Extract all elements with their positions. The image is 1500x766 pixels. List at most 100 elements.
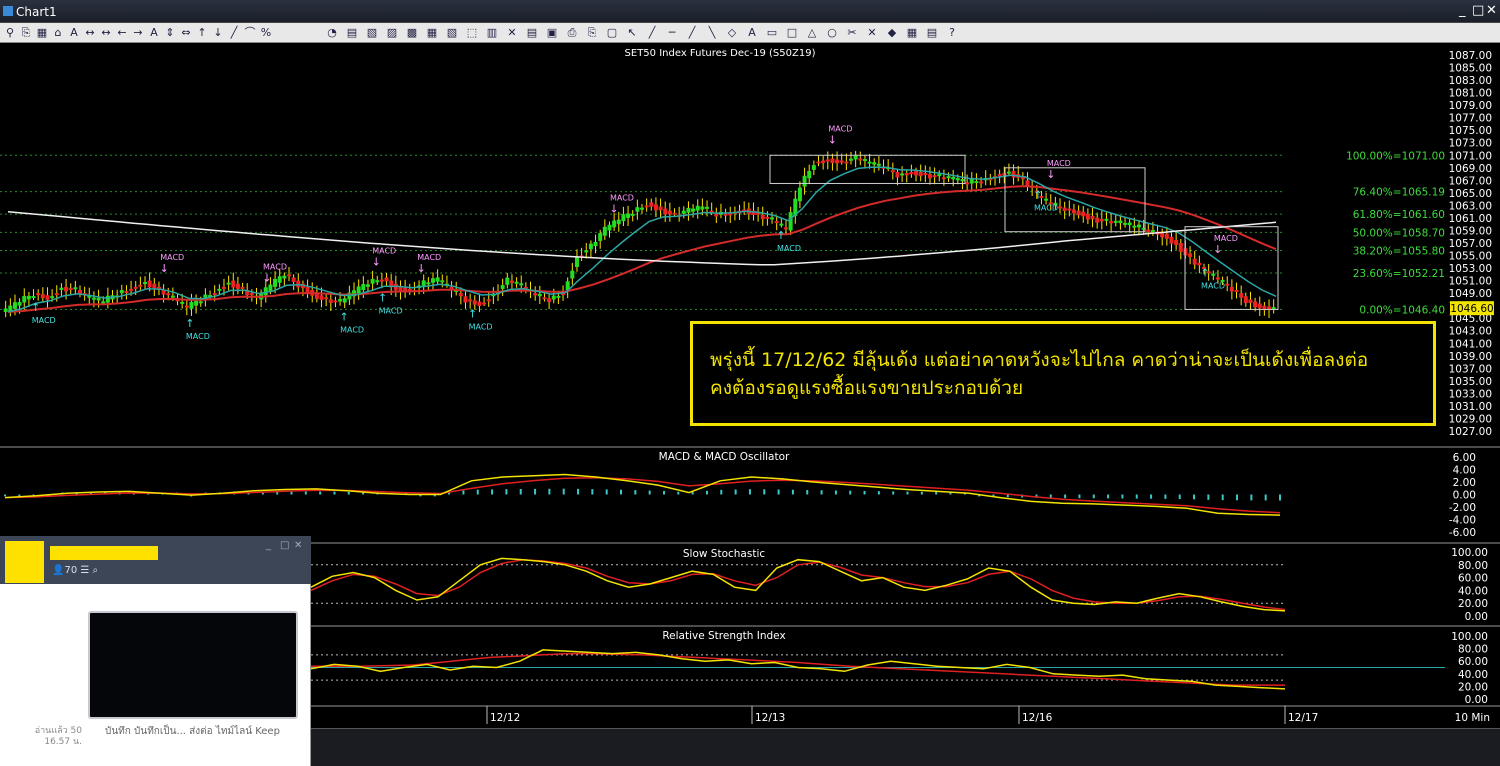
line-tool-icon[interactable]: ╱ xyxy=(227,25,241,40)
candle-body xyxy=(904,173,909,176)
signal-arrow-down: ↓ xyxy=(372,256,381,269)
chart-thumbnail[interactable] xyxy=(88,611,298,719)
price-tick-label: 1055.00 xyxy=(1449,251,1492,263)
tool-icon-0[interactable]: ◔ xyxy=(325,25,339,40)
candle-body xyxy=(129,288,134,291)
right-icon[interactable]: → xyxy=(131,25,145,40)
stoch-tick-label: 100.00 xyxy=(1451,547,1488,559)
save-icon[interactable]: ⎘ xyxy=(19,25,33,40)
percent-icon[interactable]: % xyxy=(259,25,273,40)
tool-icon-3[interactable]: ▨ xyxy=(385,25,399,40)
minimize-button[interactable]: _ xyxy=(1459,3,1466,18)
candle-body xyxy=(1011,170,1016,178)
tool-icon-31[interactable]: ? xyxy=(945,25,959,40)
candle-body xyxy=(607,224,612,231)
candle-body xyxy=(1095,217,1100,223)
tool-icon-27[interactable]: ✕ xyxy=(865,25,879,40)
candle-body xyxy=(1257,303,1262,309)
tool-icon-14[interactable]: ▢ xyxy=(605,25,619,40)
candle-body xyxy=(858,158,863,161)
tool-icon-4[interactable]: ▩ xyxy=(405,25,419,40)
tool-icon-26[interactable]: ✂ xyxy=(845,25,859,40)
tool-icon-25[interactable]: ○ xyxy=(825,25,839,40)
macd-tick-label: -6.00 xyxy=(1449,527,1476,539)
signal-label-down: MACD xyxy=(610,193,634,202)
candle-body xyxy=(760,214,765,220)
candle-body xyxy=(240,286,245,289)
candle-body xyxy=(839,160,844,163)
tool-icon-8[interactable]: ▥ xyxy=(485,25,499,40)
tool-icon-7[interactable]: ⬚ xyxy=(465,25,479,40)
candle-body xyxy=(342,298,347,303)
candle-body xyxy=(825,159,830,162)
curve-icon[interactable]: ⌒ xyxy=(243,25,257,40)
tool-icon-1[interactable]: ▤ xyxy=(345,25,359,40)
candle-body xyxy=(616,219,621,225)
zoom-out-icon[interactable]: ↔ xyxy=(99,25,113,40)
tool-icon-20[interactable]: ◇ xyxy=(725,25,739,40)
left-icon[interactable]: ← xyxy=(115,25,129,40)
split-icon[interactable]: ⇔ xyxy=(179,25,193,40)
tool-icon-30[interactable]: ▤ xyxy=(925,25,939,40)
fit-icon[interactable]: ⇕ xyxy=(163,25,177,40)
tool-icon-10[interactable]: ▤ xyxy=(525,25,539,40)
tool-icon-28[interactable]: ◆ xyxy=(885,25,899,40)
macd-tick-label: -4.00 xyxy=(1449,515,1476,527)
tool-icon-24[interactable]: △ xyxy=(805,25,819,40)
chat-minimize-button[interactable]: _ xyxy=(266,540,271,551)
text-icon[interactable]: A xyxy=(67,25,81,40)
chart-icon[interactable]: ▦ xyxy=(35,25,49,40)
tool-icon-13[interactable]: ⎘ xyxy=(585,25,599,40)
candle-body xyxy=(375,280,380,283)
tool-icon-18[interactable]: ╱ xyxy=(685,25,699,40)
tool-icon-6[interactable]: ▧ xyxy=(445,25,459,40)
tool-icon-29[interactable]: ▦ xyxy=(905,25,919,40)
tool-icon-19[interactable]: ╲ xyxy=(705,25,719,40)
signal-arrow-up: ↑ xyxy=(776,229,785,242)
down-icon[interactable]: ↓ xyxy=(211,25,225,40)
chat-close-button[interactable]: ✕ xyxy=(294,540,302,551)
signal-label-up: MACD xyxy=(186,332,210,341)
message-actions[interactable]: บันทึก บันทึกเป็น... ส่งต่อ ไทม์ไลน์ Kee… xyxy=(105,724,280,739)
candle-body xyxy=(900,173,905,176)
candle-body xyxy=(584,250,589,253)
tool-icon-21[interactable]: A xyxy=(745,25,759,40)
candle-body xyxy=(73,287,78,290)
tool-icon-11[interactable]: ▣ xyxy=(545,25,559,40)
up-icon[interactable]: ↑ xyxy=(195,25,209,40)
candle-body xyxy=(588,243,593,250)
candle-body xyxy=(365,284,370,287)
candle-body xyxy=(890,169,895,173)
tool-icon-12[interactable]: ⎙ xyxy=(565,25,579,40)
price-tick-label: 1033.00 xyxy=(1449,388,1492,400)
home-icon[interactable]: ⌂ xyxy=(51,25,65,40)
tool-icon-17[interactable]: ─ xyxy=(665,25,679,40)
maximize-button[interactable]: □ xyxy=(1472,3,1484,18)
candle-body xyxy=(282,275,287,279)
candle-body xyxy=(830,158,835,164)
tool-icon-5[interactable]: ▦ xyxy=(425,25,439,40)
zoom-in-icon[interactable]: ↔ xyxy=(83,25,97,40)
arrow-icon[interactable]: ⚲ xyxy=(3,25,17,40)
candle-body xyxy=(319,295,324,300)
chat-maximize-button[interactable]: □ xyxy=(280,540,289,551)
tool-icon-22[interactable]: ▭ xyxy=(765,25,779,40)
tool-icon-23[interactable]: □ xyxy=(785,25,799,40)
candle-body xyxy=(658,206,663,211)
candle-body xyxy=(974,181,979,184)
tool-icon-15[interactable]: ↖ xyxy=(625,25,639,40)
close-button[interactable]: ✕ xyxy=(1486,3,1497,18)
candle-body xyxy=(235,283,240,289)
candle-body xyxy=(1174,239,1179,245)
app-icon xyxy=(3,6,13,16)
tool-icon-2[interactable]: ▧ xyxy=(365,25,379,40)
font-icon[interactable]: A xyxy=(147,25,161,40)
candle-body xyxy=(189,301,194,309)
tool-icon-9[interactable]: ✕ xyxy=(505,25,519,40)
candle-body xyxy=(872,162,877,165)
signal-label-down: MACD xyxy=(1047,159,1071,168)
candle-body xyxy=(68,287,73,290)
candle-body xyxy=(1239,293,1244,298)
candle-body xyxy=(811,165,816,170)
tool-icon-16[interactable]: ╱ xyxy=(645,25,659,40)
